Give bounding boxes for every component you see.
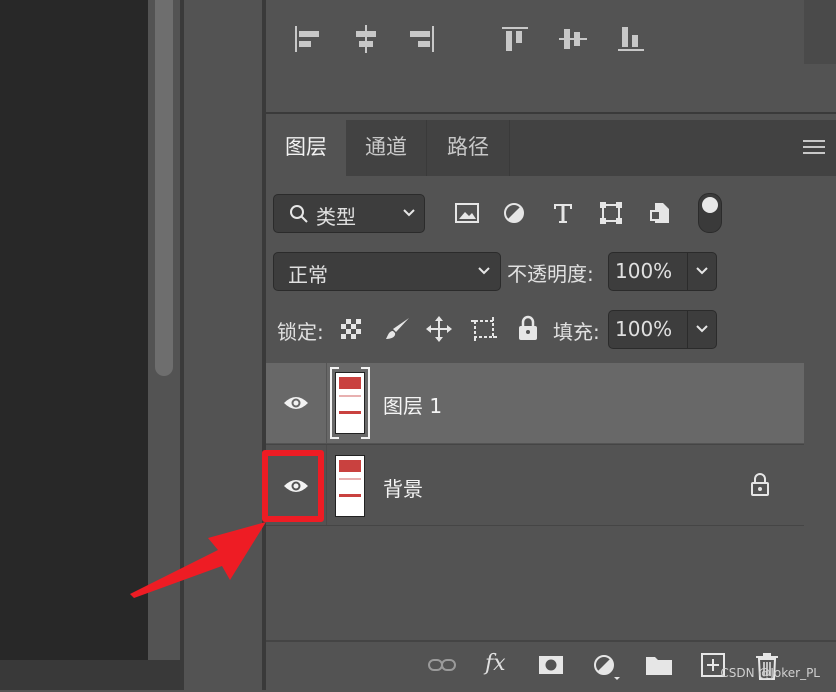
filter-smart-objects-icon[interactable] (648, 200, 672, 226)
panel-scroll-edge (804, 0, 836, 64)
link-layers-icon[interactable] (427, 656, 457, 674)
fill-value[interactable]: 100% (615, 317, 672, 341)
new-group-folder-icon[interactable] (645, 654, 673, 676)
fill-label: 填充: (553, 320, 600, 344)
align-bottom-icon[interactable] (614, 22, 648, 56)
blend-mode-value: 正常 (288, 263, 328, 287)
opacity-label: 不透明度: (507, 262, 594, 286)
filter-type-layers-icon[interactable] (551, 201, 575, 225)
layer-filter-label: 类型 (316, 205, 356, 229)
filter-adjustment-layers-icon[interactable] (502, 201, 526, 225)
align-vertical-center-icon[interactable] (556, 22, 590, 56)
lock-position-move-icon[interactable] (425, 315, 453, 343)
blend-mode-select[interactable]: 正常 (273, 252, 501, 291)
fx-layer-style-button[interactable]: fx (485, 651, 506, 676)
tab-layers[interactable]: 图层 (266, 120, 346, 176)
layer-name[interactable]: 图层 1 (383, 390, 442, 419)
panel-menu-icon[interactable] (803, 138, 825, 156)
add-layer-mask-icon[interactable] (538, 654, 564, 676)
layer-thumbnail[interactable] (335, 455, 365, 517)
eye-visibility-icon[interactable] (283, 393, 309, 413)
opacity-value[interactable]: 100% (615, 259, 672, 283)
annotation-arrow-icon (130, 522, 266, 598)
watermark: CSDN @Joker_PL (720, 666, 820, 680)
align-panel (266, 0, 836, 114)
align-horizontal-center-icon[interactable] (349, 22, 383, 56)
chevron-down-icon (478, 267, 490, 275)
lock-label: 锁定: (277, 320, 324, 344)
selection-brackets-icon (330, 367, 370, 439)
filter-toggle-switch[interactable] (698, 193, 722, 233)
filter-shape-layers-icon[interactable] (598, 200, 624, 226)
chevron-down-icon[interactable] (695, 324, 709, 334)
new-adjustment-layer-icon[interactable] (592, 653, 622, 681)
lock-artboard-icon[interactable] (469, 315, 499, 343)
horizontal-scrollbar[interactable] (0, 660, 182, 690)
vertical-scrollbar-thumb[interactable] (155, 0, 173, 376)
lock-transparent-pixels-icon[interactable] (340, 318, 362, 340)
align-left-icon[interactable] (290, 22, 324, 56)
search-icon (290, 205, 308, 223)
opacity-field[interactable]: 100% (608, 252, 717, 291)
layer-filter-select[interactable]: 类型 (273, 194, 425, 233)
layers-panel-tabs: 图层 通道 路径 (266, 120, 836, 176)
tab-paths[interactable]: 路径 (427, 120, 510, 176)
fill-field[interactable]: 100% (608, 310, 717, 349)
layer-name[interactable]: 背景 (383, 473, 423, 502)
tab-channels[interactable]: 通道 (346, 120, 427, 176)
lock-all-icon[interactable] (517, 315, 539, 341)
layer-row-layer1[interactable]: 图层 1 (266, 363, 804, 443)
layer-row-background[interactable]: 背景 (266, 444, 804, 526)
align-right-icon[interactable] (405, 22, 439, 56)
layer-locked-icon (751, 473, 769, 496)
align-top-icon[interactable] (498, 22, 532, 56)
chevron-down-icon[interactable] (695, 266, 709, 276)
toggle-knob (702, 197, 718, 213)
filter-pixel-layers-icon[interactable] (454, 201, 480, 225)
lock-image-pixels-brush-icon[interactable] (384, 316, 412, 342)
chevron-down-icon (403, 209, 415, 217)
highlight-box (262, 450, 324, 522)
